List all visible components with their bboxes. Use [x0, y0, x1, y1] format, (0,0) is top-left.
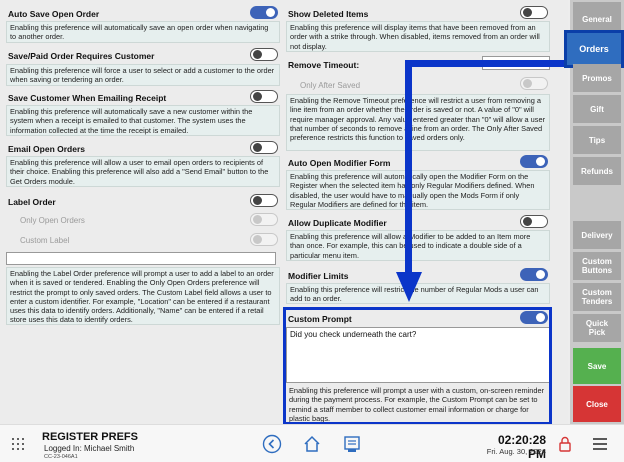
save-paid-toggle[interactable] — [250, 48, 278, 61]
label-order-description: Enabling the Label Order preference will… — [6, 267, 280, 325]
logged-in-user: Logged In: Michael Smith — [44, 444, 135, 453]
auto-open-modifier-description: Enabling this preference will automatica… — [286, 170, 550, 210]
custom-label-input[interactable] — [6, 252, 276, 265]
remove-timeout-description: Enabling the Remove Timeout preference w… — [286, 94, 550, 151]
sidebar-item-custom-buttons[interactable]: Custom Buttons — [573, 252, 621, 280]
auto-open-modifier-toggle[interactable] — [520, 155, 548, 168]
sidebar: General Orders Promos Gift Tips Refunds … — [564, 0, 624, 424]
save-customer-email-toggle[interactable] — [250, 90, 278, 103]
email-open-orders-title: Email Open Orders — [8, 144, 85, 154]
only-after-saved-label: Only After Saved — [300, 81, 361, 90]
modifier-limits-title: Modifier Limits — [288, 271, 349, 281]
label-order-toggle[interactable] — [250, 194, 278, 207]
device-id: CC-23-046A1 — [44, 454, 78, 460]
annotation-arrow-vertical — [405, 60, 412, 275]
clock-date: Fri. Aug. 30, 2024 — [486, 447, 546, 456]
show-deleted-title: Show Deleted Items — [288, 9, 369, 19]
save-button[interactable]: Save — [573, 348, 621, 384]
save-paid-description: Enabling this preference will force a us… — [6, 64, 280, 86]
sidebar-item-refunds[interactable]: Refunds — [573, 157, 621, 185]
annotation-arrowhead-icon — [396, 272, 422, 302]
only-after-saved-toggle[interactable] — [520, 77, 548, 90]
auto-save-title: Auto Save Open Order — [8, 9, 100, 19]
remove-timeout-title: Remove Timeout: — [288, 60, 360, 70]
email-open-orders-toggle[interactable] — [250, 141, 278, 154]
sidebar-item-custom-tenders[interactable]: Custom Tenders — [573, 283, 621, 311]
show-deleted-description: Enabling this preference will display it… — [286, 21, 550, 52]
register-icon[interactable] — [342, 434, 362, 454]
back-icon[interactable] — [262, 434, 282, 454]
allow-duplicate-modifier-description: Enabling this preference will allow a Mo… — [286, 230, 550, 261]
sidebar-item-tips[interactable]: Tips — [573, 126, 621, 154]
sidebar-item-orders[interactable]: Orders — [564, 30, 624, 68]
lock-icon[interactable] — [558, 436, 572, 452]
only-open-orders-toggle[interactable] — [250, 213, 278, 226]
label-order-title: Label Order — [8, 197, 56, 207]
apps-grid-icon[interactable] — [12, 438, 24, 450]
auto-save-description: Enabling this preference will automatica… — [6, 21, 280, 43]
custom-label-label: Custom Label — [20, 236, 70, 245]
home-icon[interactable] — [302, 434, 322, 454]
bottom-bar: REGISTER PREFS Logged In: Michael Smith … — [0, 424, 624, 462]
annotation-arrow-horizontal — [405, 60, 565, 67]
modifier-limits-toggle[interactable] — [520, 268, 548, 281]
hamburger-menu-icon[interactable] — [592, 437, 608, 451]
email-open-orders-description: Enabling this preference will allow a us… — [6, 156, 280, 187]
allow-duplicate-modifier-toggle[interactable] — [520, 215, 548, 228]
close-button[interactable]: Close — [573, 386, 621, 422]
save-paid-title: Save/Paid Order Requires Customer — [8, 51, 155, 61]
auto-open-modifier-title: Auto Open Modifier Form — [288, 158, 391, 168]
custom-prompt-highlight — [283, 307, 552, 425]
sidebar-item-promos[interactable]: Promos — [573, 64, 621, 92]
custom-label-toggle[interactable] — [250, 233, 278, 246]
save-customer-email-title: Save Customer When Emailing Receipt — [8, 93, 167, 103]
sidebar-item-quick-pick[interactable]: Quick Pick — [573, 314, 621, 342]
app-title: REGISTER PREFS — [42, 431, 138, 443]
save-customer-email-description: Enabling this preference will automatica… — [6, 105, 280, 136]
allow-duplicate-modifier-title: Allow Duplicate Modifier — [288, 218, 387, 228]
sidebar-item-gift[interactable]: Gift — [573, 95, 621, 123]
sidebar-item-delivery[interactable]: Delivery — [573, 221, 621, 249]
show-deleted-toggle[interactable] — [520, 6, 548, 19]
only-open-orders-label: Only Open Orders — [20, 216, 85, 225]
auto-save-toggle[interactable] — [250, 6, 278, 19]
